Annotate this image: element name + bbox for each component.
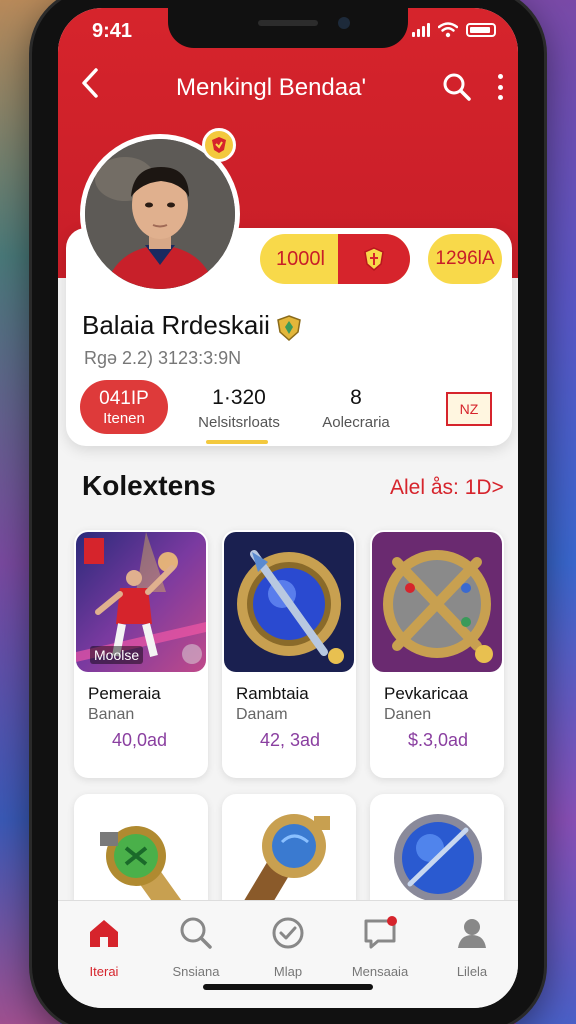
phone-frame: 9:41 Menkingl Bendaa' 1000l 1296lA Balai… xyxy=(32,0,544,1024)
home-icon xyxy=(90,920,118,947)
points-value: 1000l xyxy=(276,248,325,270)
speaker xyxy=(258,20,318,26)
collection-card-4[interactable] xyxy=(222,794,356,914)
card-title: Pemeraia xyxy=(88,684,161,703)
card-price: 40,0ad xyxy=(112,730,168,750)
card-title: Pevkaricaa xyxy=(384,684,469,703)
app-screen: 9:41 Menkingl Bendaa' 1000l 1296lA Balai… xyxy=(58,8,518,1008)
card-price: $.3,0ad xyxy=(408,730,469,750)
stat-value: 1·320 xyxy=(212,386,266,409)
tab-label: Iterai xyxy=(89,964,119,979)
check-circle-icon xyxy=(272,917,304,949)
points-pill[interactable]: 1000l xyxy=(260,234,410,284)
active-stat-indicator xyxy=(206,440,268,444)
profile-name: Balaia Rrdeskaii xyxy=(82,310,270,340)
card-subtitle: Banan xyxy=(88,706,135,723)
dot xyxy=(497,74,503,79)
card-price: 42, 3ad xyxy=(260,730,321,750)
badge-box[interactable]: NZ xyxy=(446,392,492,426)
search-icon xyxy=(180,917,212,949)
stat-label: Itenen xyxy=(103,409,145,427)
tab-label: Snsiana xyxy=(172,964,220,979)
stat-label: Aolecraria xyxy=(322,414,390,431)
dot xyxy=(497,95,503,100)
player-portrait xyxy=(85,139,235,289)
shield-badge-icon xyxy=(277,315,301,342)
tab-profile[interactable]: Lilela xyxy=(426,915,518,979)
section-title: Kolextens xyxy=(82,470,216,501)
card-art xyxy=(394,814,482,902)
verified-badge-icon xyxy=(202,128,236,162)
user-icon xyxy=(458,919,486,948)
collection-card-3[interactable] xyxy=(74,794,208,914)
card-art xyxy=(242,814,330,904)
stat-label: Nelsitsrloats xyxy=(198,414,280,431)
stat-item-1[interactable]: 1·320 Nelsitsrloats xyxy=(184,386,294,431)
card-art xyxy=(100,826,184,904)
chat-icon xyxy=(364,916,397,949)
wifi-icon xyxy=(438,22,458,38)
tab-map[interactable]: Mlap xyxy=(242,915,334,979)
back-button[interactable] xyxy=(78,66,102,106)
search-icon xyxy=(443,73,471,101)
stat-value: 041IP xyxy=(99,387,149,409)
card-art: Moolse xyxy=(76,532,206,672)
card-art-label: Moolse xyxy=(90,646,144,664)
page-title: Menkingl Bendaa' xyxy=(176,74,367,101)
collection-card-1[interactable]: Rambtaia Danam 42, 3ad xyxy=(222,530,356,778)
status-icons xyxy=(412,22,496,38)
battery-icon xyxy=(466,23,496,37)
tab-label: Mlap xyxy=(273,964,303,979)
collection-card-5[interactable] xyxy=(370,794,504,914)
stat-item-2[interactable]: 8 Aolecraria xyxy=(306,386,406,431)
signal-icon xyxy=(412,23,430,37)
home-indicator xyxy=(203,984,373,990)
bottom-tab-bar: Iterai Snsiana Mlap Mensaaia Lilela xyxy=(58,900,518,1008)
status-time: 9:41 xyxy=(92,20,133,42)
collection-card-0[interactable]: Moolse Pemeraia Banan 40,0ad xyxy=(74,530,208,778)
collection-card-2[interactable]: Pevkaricaa Danen $.3,0ad xyxy=(370,530,504,778)
card-title: Rambtaia xyxy=(236,684,309,703)
see-all-link[interactable]: Alel ås: 1D> xyxy=(390,476,504,500)
camera-icon xyxy=(338,17,350,29)
tab-search[interactable]: Snsiana xyxy=(150,915,242,979)
rank-pill[interactable]: 1296lA xyxy=(428,234,502,284)
stat-value: 8 xyxy=(350,386,362,409)
more-menu-button[interactable] xyxy=(490,70,510,104)
stat-item-0[interactable]: 041IP Itenen xyxy=(80,380,168,434)
chevron-left-icon xyxy=(82,68,98,98)
card-subtitle: Danam xyxy=(236,706,288,723)
avatar-photo xyxy=(85,139,235,289)
card-subtitle: Danen xyxy=(384,706,432,723)
tab-label: Lilela xyxy=(456,964,488,979)
tab-messages[interactable]: Mensaaia xyxy=(334,915,426,979)
camera-notch xyxy=(168,8,408,48)
shield-icon xyxy=(338,234,410,284)
tab-label: Mensaaia xyxy=(351,964,409,979)
tab-home[interactable]: Iterai xyxy=(58,915,150,979)
profile-meta: Rgə 2.2) 3123:3:9N xyxy=(84,348,242,368)
card-art xyxy=(224,532,354,672)
card-art xyxy=(372,532,502,672)
search-button[interactable] xyxy=(442,72,472,102)
dot xyxy=(497,84,503,90)
